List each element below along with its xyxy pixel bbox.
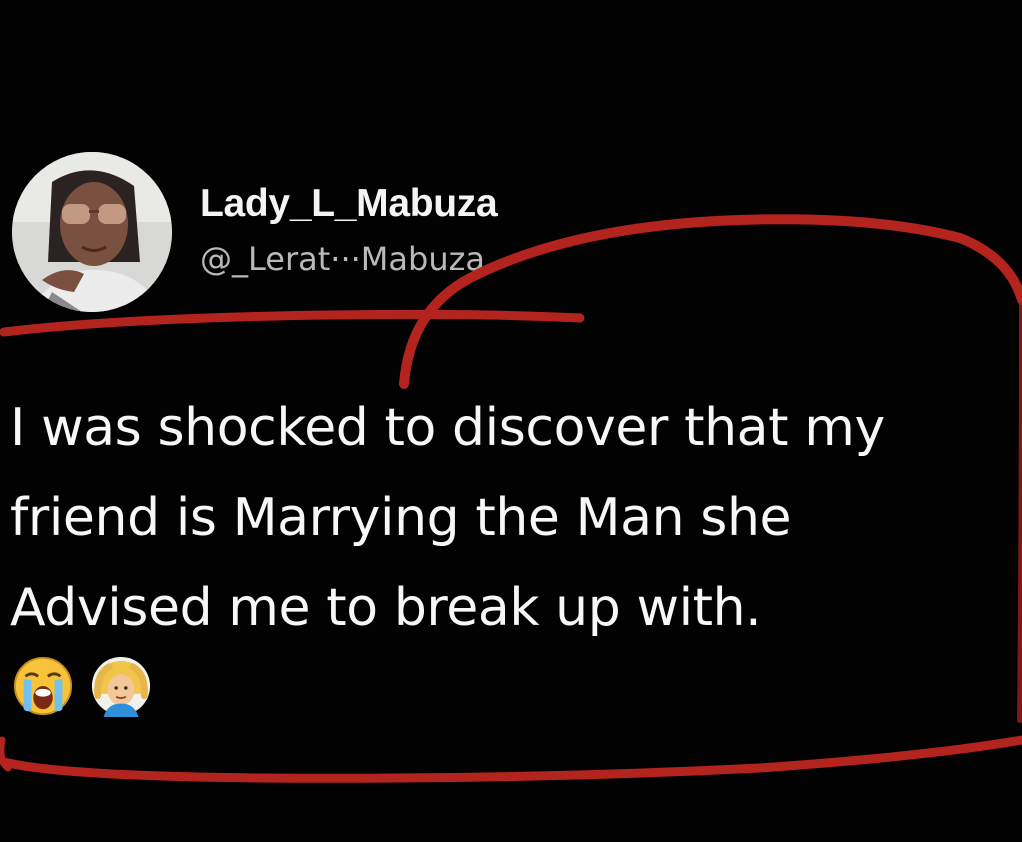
tweet-text-line: I was shocked to discover that my — [10, 398, 885, 458]
loudly-crying-face-icon — [13, 656, 73, 716]
tweet-text: I was shocked to discover that my friend… — [10, 383, 1010, 653]
person-gesturing-ok-icon — [91, 656, 151, 717]
display-name[interactable]: Lady_L_Mabuza — [200, 182, 498, 226]
emoji-row — [12, 655, 152, 727]
avatar-photo — [12, 152, 172, 312]
tweet-text-line: friend is Marrying the Man she — [10, 488, 792, 548]
tweet-text-line: Advised me to break up with. — [10, 578, 762, 638]
avatar[interactable] — [12, 152, 172, 312]
tweet-card: Lady_L_Mabuza @_Lerat···Mabuza I was sho… — [0, 0, 1022, 842]
user-handle[interactable]: @_Lerat···Mabuza — [200, 240, 485, 278]
